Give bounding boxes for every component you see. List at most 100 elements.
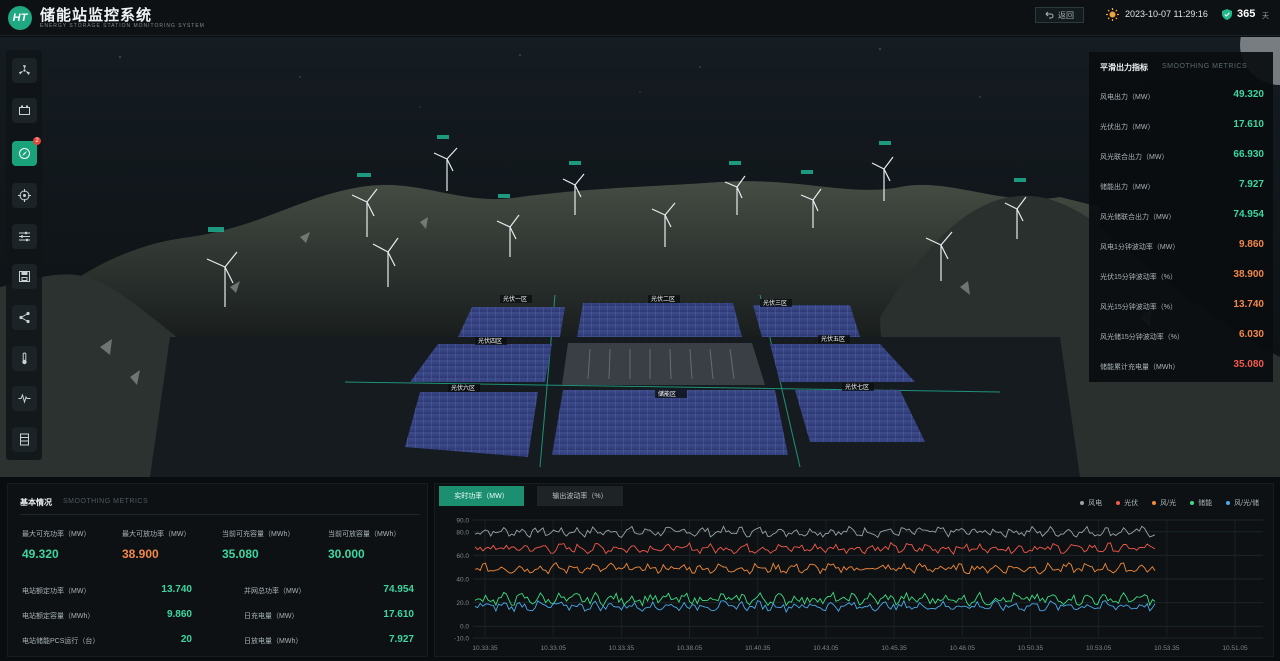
- y-tick-label: 90.0: [456, 518, 469, 525]
- tool-thermometer-button[interactable]: [12, 346, 37, 371]
- kv-label: 日放电量（MWh）: [244, 638, 303, 645]
- x-tick-label: 10.33.05: [541, 645, 567, 652]
- sun-icon: [1106, 8, 1119, 21]
- legend-item[interactable]: 风/光: [1152, 498, 1176, 508]
- app-title: 储能站监控系统: [40, 7, 153, 24]
- metric-value: 35.080: [1233, 359, 1264, 370]
- tool-waveform-button[interactable]: [12, 386, 37, 411]
- stat-value: 30.000: [328, 547, 365, 561]
- share-icon: [19, 311, 30, 324]
- divider: [20, 514, 420, 515]
- x-tick-label: 10.50.35: [1018, 645, 1044, 652]
- metric-row: 光伏15分钟波动率（%） 38.900: [1100, 265, 1264, 295]
- legend-item[interactable]: 风/光/储: [1226, 498, 1259, 508]
- tool-cabinet-button[interactable]: [12, 427, 37, 452]
- kv-row: 日充电量（MW） 17.610: [244, 609, 414, 623]
- app-logo: HT: [8, 6, 32, 30]
- scene-label-1: 光伏一区: [503, 295, 527, 303]
- back-label: 返回: [1058, 10, 1074, 20]
- safe-days-unit: 天: [1262, 13, 1269, 20]
- metric-label: 风光15分钟波动率（%）: [1100, 304, 1178, 311]
- left-toolbar: 2: [6, 50, 42, 460]
- legend-label: 储能: [1198, 500, 1213, 507]
- station-3d-scene[interactable]: 光伏一区 光伏二区 光伏三区 光伏四区 光伏五区 储能区 光伏六区 光伏七区: [0, 37, 1280, 477]
- scene-label-4: 光伏四区: [478, 337, 502, 345]
- battery-icon: [19, 105, 30, 115]
- stat-discharge-capacity: 当前可放容量（MWh） 30.000: [328, 529, 400, 561]
- x-tick-label: 10.38.05: [677, 645, 703, 652]
- shield-icon: [1222, 9, 1232, 20]
- scene-label-7: 光伏六区: [451, 384, 475, 392]
- panel-title: 基本情况: [20, 498, 52, 507]
- tool-share-button[interactable]: [12, 305, 37, 330]
- metric-value: 13.740: [1233, 299, 1264, 310]
- stat-label: 最大可充功率（MW）: [22, 531, 91, 538]
- smoothing-metrics-panel: 平滑出力指标 SMOOTHING METRICS 风电出力（MW） 49.320 …: [1089, 52, 1273, 382]
- tab-realtime-power[interactable]: 实时功率（MW）: [439, 486, 524, 506]
- stat-max-discharge: 最大可放功率（MW） 38.900: [122, 529, 190, 561]
- basic-info-panel: 基本情况 SMOOTHING METRICS 最大可充功率（MW） 49.320…: [7, 483, 428, 657]
- y-tick-label: 60.0: [456, 553, 469, 560]
- metric-row: 风电出力（MW） 49.320: [1100, 85, 1264, 115]
- metric-row: 风光储联合出力（MW） 74.954: [1100, 205, 1264, 235]
- x-tick-label: 10.33.35: [609, 645, 635, 652]
- metric-label: 风光储联合出力（MW）: [1100, 214, 1176, 221]
- metric-value: 17.610: [1233, 119, 1264, 130]
- legend-item[interactable]: 储能: [1190, 498, 1212, 508]
- back-button[interactable]: 返回: [1035, 7, 1084, 23]
- stat-label: 当前可充容量（MWh）: [222, 531, 295, 538]
- stat-value: 38.900: [122, 547, 159, 561]
- legend-item[interactable]: 光伏: [1116, 498, 1138, 508]
- stat-max-charge: 最大可充功率（MW） 49.320: [22, 529, 90, 561]
- scene-label-6: 储能区: [658, 390, 676, 398]
- metric-label: 风光联合出力（MW）: [1100, 154, 1169, 161]
- kv-value: 13.740: [161, 584, 192, 595]
- kv-value: 20: [180, 634, 192, 645]
- tool-battery-button[interactable]: [12, 98, 37, 123]
- legend-label: 风/光: [1160, 500, 1177, 507]
- legend-dot: [1226, 501, 1231, 505]
- legend-label: 光伏: [1124, 500, 1139, 507]
- legend-dot: [1152, 501, 1157, 505]
- stat-label: 最大可放功率（MW）: [122, 531, 191, 538]
- stat-value: 35.080: [222, 547, 259, 561]
- panel-title: 平滑出力指标: [1100, 63, 1148, 72]
- app-root: HT 储能站监控系统 ENERGY STORAGE STATION MONITO…: [0, 0, 1280, 661]
- tool-target-button[interactable]: [12, 183, 37, 208]
- metric-value: 9.860: [1238, 239, 1264, 250]
- y-tick-label: 0.0: [460, 624, 469, 631]
- y-tick-label: 80.0: [456, 529, 469, 536]
- metric-row: 光伏出力（MW） 17.610: [1100, 115, 1264, 145]
- kv-row: 电站额定容量（MWh） 9.860: [22, 609, 192, 623]
- kv-label: 电站额定功率（MW）: [22, 588, 91, 595]
- tool-compass-button[interactable]: 2: [12, 137, 41, 166]
- power-chart-panel: 实时功率（MW） 输出波动率（%） 风电 光伏 风/光 储能 风/光/储 90.…: [434, 483, 1274, 657]
- series-line: [474, 541, 1156, 555]
- metric-value: 49.320: [1233, 89, 1264, 100]
- series-line: [474, 562, 1156, 575]
- metric-row: 风光联合出力（MW） 66.930: [1100, 145, 1264, 175]
- metric-label: 风电出力（MW）: [1100, 94, 1155, 101]
- kv-row: 并网总功率（MW） 74.954: [244, 584, 414, 598]
- x-tick-label: 10.33.35: [472, 645, 498, 652]
- scene-label-2: 光伏二区: [651, 295, 675, 303]
- x-tick-label: 10.40.35: [745, 645, 771, 652]
- chart-legend: 风电 光伏 风/光 储能 风/光/储: [1080, 498, 1259, 508]
- tool-sliders-button[interactable]: [12, 224, 37, 249]
- scene-label-8: 光伏七区: [845, 383, 869, 391]
- metric-label: 光伏15分钟波动率（%）: [1100, 274, 1178, 281]
- x-tick-label: 10.43.05: [813, 645, 839, 652]
- kv-value: 9.860: [166, 609, 192, 620]
- legend-item[interactable]: 风电: [1080, 498, 1102, 508]
- tool-fan-button[interactable]: [12, 58, 37, 83]
- metric-label: 光伏出力（MW）: [1100, 124, 1155, 131]
- power-line-chart[interactable]: 90.080.060.040.020.00.0-10.010.33.35 10.3…: [435, 514, 1273, 656]
- metric-value: 38.900: [1233, 269, 1264, 280]
- safe-days-count: 365: [1237, 8, 1256, 20]
- kv-value: 74.954: [383, 584, 414, 595]
- tab-output-volatility[interactable]: 输出波动率（%）: [537, 486, 623, 506]
- y-tick-label: 40.0: [456, 577, 469, 584]
- tool-save-button[interactable]: [12, 264, 37, 289]
- metric-label: 储能累计充电量（MWh）: [1100, 364, 1180, 371]
- x-tick-label: 10.48.05: [950, 645, 976, 652]
